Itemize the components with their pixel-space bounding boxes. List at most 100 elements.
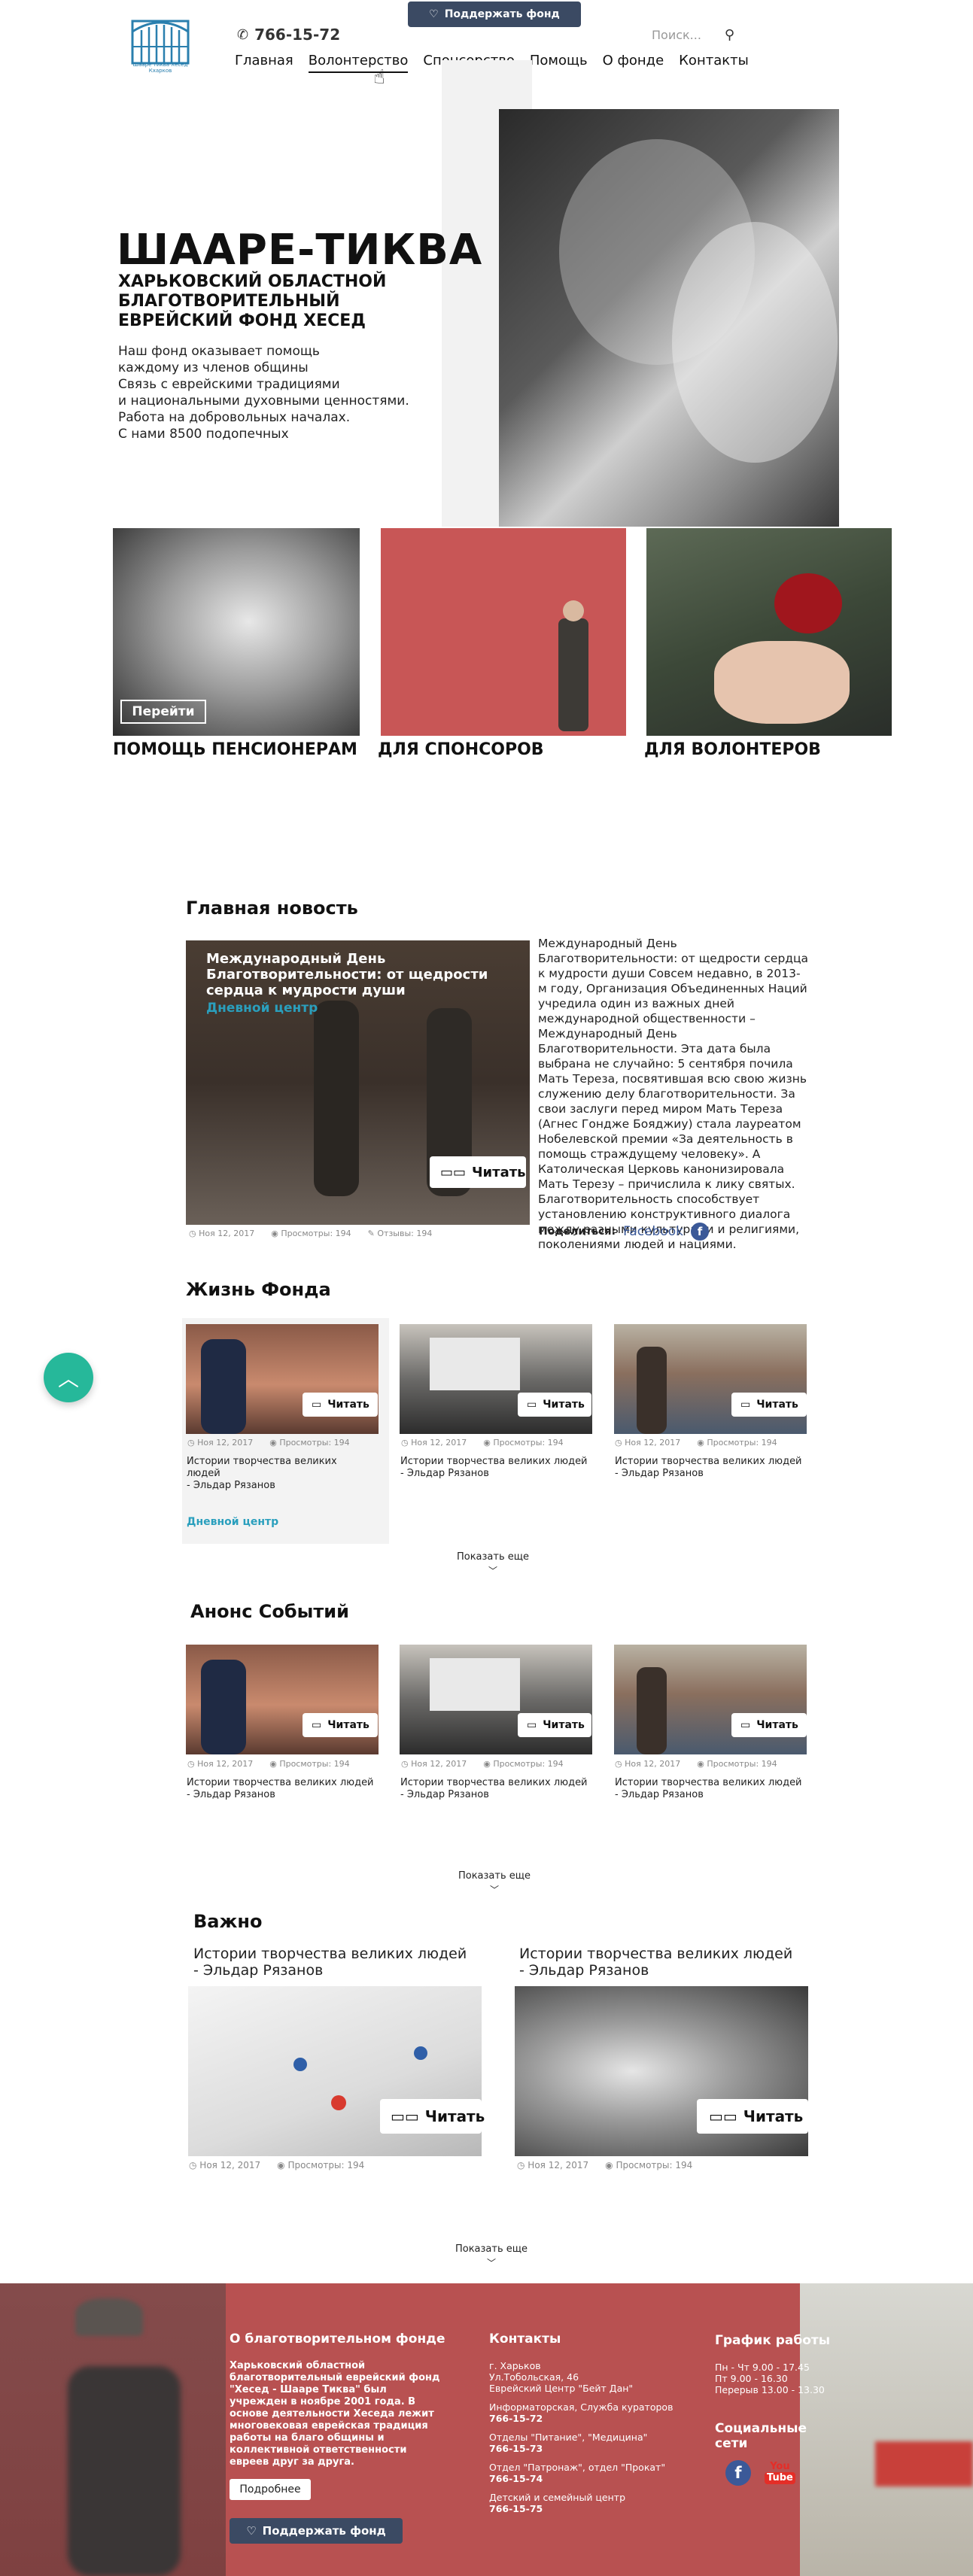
read-label: Читать (327, 1719, 369, 1731)
footer-contact-item: Отдел "Патронаж", отдел "Прокат" 766-15-… (489, 2462, 685, 2484)
book-icon: ▭ (312, 1399, 322, 1411)
chevron-down-icon: ﹀ (488, 1566, 497, 1576)
card-label-sponsors[interactable]: Для спонсоров (378, 741, 626, 759)
nav-help[interactable]: Помощь (530, 53, 588, 73)
hero-photo-elderly-couple (499, 109, 839, 527)
book-icon: ▭ (740, 1719, 751, 1731)
fund-life-card-image[interactable] (186, 1324, 379, 1434)
logo-text: Шааре Тиква Хесед Кхарков (132, 62, 188, 74)
read-button[interactable]: ▭▭ Читать (697, 2099, 808, 2134)
chevron-down-icon: ﹀ (489, 1885, 499, 1895)
search-icon[interactable]: ⚲ (725, 27, 734, 43)
hero-subtitle: Харьковский областной благотворительный … (118, 272, 387, 330)
read-button[interactable]: ▭ Читать (303, 1713, 378, 1737)
show-more-fund-life[interactable]: Показать еще ﹀ (436, 1551, 549, 1577)
nav-about[interactable]: О фонде (603, 53, 664, 73)
youtube-icon-top-text: You (770, 2461, 790, 2472)
card-photo-sponsor[interactable] (381, 528, 626, 736)
contact-phone[interactable]: 766-15-74 (489, 2473, 685, 2484)
read-button[interactable]: ▭ Читать (731, 1393, 807, 1417)
read-label: Читать (472, 1164, 526, 1180)
book-icon: ▭ (740, 1399, 751, 1411)
contact-phone[interactable]: 766-15-72 (489, 2413, 685, 2424)
footer-social-title: Социальные сети (715, 2421, 807, 2451)
fund-life-card-image[interactable] (400, 1324, 592, 1434)
card-meta: ◷ Ноя 12, 2017 ◉ Просмотры: 194 (187, 1438, 350, 1447)
footer-support-fund-button[interactable]: ♡ Поддержать фонд (230, 2518, 403, 2544)
read-button[interactable]: ▭ Читать (303, 1393, 378, 1417)
main-news-meta: ◷ Ноя 12, 2017 ◉ Просмотры: 194 ✎ Отзывы… (189, 1229, 432, 1238)
header-phone[interactable]: ✆ 766-15-72 (237, 26, 340, 44)
show-more-label: Показать еще (458, 1870, 531, 1882)
read-label: Читать (543, 1399, 585, 1411)
card-title[interactable]: Истории творчества великих людей - Эльда… (400, 1456, 596, 1480)
logo[interactable]: Шааре Тиква Хесед Кхарков (126, 17, 194, 75)
card-title[interactable]: Истории творчества великих людей - Эльда… (187, 1777, 390, 1801)
date-text: ◷ Ноя 12, 2017 (401, 1438, 467, 1447)
nav-contacts[interactable]: Контакты (679, 53, 749, 73)
important-card-title[interactable]: Истории творчества великих людей - Эльда… (519, 1946, 820, 1979)
card-meta: ◷ Ноя 12, 2017 ◉ Просмотры: 194 (187, 1759, 350, 1769)
read-label: Читать (543, 1719, 585, 1731)
card-label-pensioners[interactable]: Помощь пенсионерам (113, 741, 361, 759)
contact-label: Отдел "Патронаж", отдел "Прокат" (489, 2462, 666, 2473)
show-more-important[interactable]: Показать еще ﹀ (435, 2243, 548, 2269)
read-button[interactable]: ▭▭ Читать (430, 1156, 526, 1188)
share-row: Поделиться: Facebook f (539, 1223, 709, 1241)
share-label: Поделиться: (539, 1226, 616, 1238)
footer-contacts: Контакты г. Харьков Ул.Тобольская, 46 Ев… (489, 2331, 685, 2514)
card-photo-volunteer[interactable] (646, 528, 892, 736)
youtube-icon[interactable]: You Tube (765, 2462, 795, 2484)
section-title-important: Важно (193, 1911, 263, 1932)
search-box[interactable]: Поиск... ⚲ (652, 26, 734, 44)
go-button[interactable]: Перейти (120, 700, 206, 724)
book-icon: ▭ (527, 1399, 537, 1411)
read-button[interactable]: ▭▭ Читать (380, 2099, 485, 2134)
book-icon: ▭▭ (709, 2107, 737, 2125)
card-title[interactable]: Истории творчества великих людей - Эльда… (400, 1777, 596, 1801)
card-label-volunteers[interactable]: Для волонтеров (644, 741, 892, 759)
footer-contacts-title: Контакты (489, 2331, 561, 2347)
event-card-image[interactable] (400, 1645, 592, 1754)
card-category[interactable]: Дневной центр (187, 1516, 278, 1528)
date-text: ◷ Ноя 12, 2017 (615, 1438, 681, 1447)
read-button[interactable]: ▭ Читать (518, 1393, 591, 1417)
section-title-main-news: Главная новость (186, 898, 358, 919)
contact-label: Отделы "Питание", "Медицина" (489, 2432, 648, 2443)
share-facebook-link[interactable]: Facebook (623, 1224, 683, 1239)
show-more-label: Показать еще (455, 2243, 528, 2255)
book-icon: ▭▭ (391, 2107, 419, 2125)
views-text: ◉ Просмотры: 194 (269, 1759, 350, 1769)
heart-icon: ♡ (429, 8, 439, 20)
search-input[interactable]: Поиск... (652, 28, 701, 42)
contact-phone[interactable]: 766-15-75 (489, 2503, 685, 2514)
important-card-title[interactable]: Истории творчества великих людей - Эльда… (193, 1946, 494, 1979)
contact-phone[interactable]: 766-15-73 (489, 2443, 685, 2454)
card-title[interactable]: Истории творчества великих людей - Эльда… (615, 1777, 810, 1801)
main-news-image-title[interactable]: Международный День Благотворительности: … (206, 951, 522, 998)
show-more-events[interactable]: Показать еще ﹀ (438, 1870, 551, 1896)
support-fund-button[interactable]: ♡ Поддержать фонд (408, 2, 581, 27)
fund-life-card-image[interactable] (614, 1324, 807, 1434)
facebook-icon[interactable]: f (690, 1223, 709, 1241)
reviews-text: ✎ Отзывы: 194 (367, 1229, 433, 1238)
facebook-icon[interactable]: f (725, 2460, 751, 2486)
card-title[interactable]: Истории творчества великих людей - Эльда… (615, 1456, 810, 1480)
chevron-up-icon: ︿ (57, 1366, 79, 1391)
hero-description: Наш фонд оказывает помощь каждому из чле… (118, 344, 409, 442)
nav-home[interactable]: Главная (235, 53, 293, 73)
views-text: ◉ Просмотры: 194 (605, 2160, 693, 2170)
footer-about: О благотворительном фонде Харьковский об… (230, 2331, 448, 2500)
views-text: ◉ Просмотры: 194 (277, 2160, 365, 2170)
read-button[interactable]: ▭ Читать (518, 1713, 591, 1737)
card-title[interactable]: Истории творчества великих людей - Эльда… (187, 1456, 367, 1492)
read-label: Читать (327, 1399, 369, 1411)
phone-icon: ✆ (237, 26, 249, 43)
event-card-image[interactable] (186, 1645, 379, 1754)
read-button[interactable]: ▭ Читать (731, 1713, 807, 1737)
event-card-image[interactable] (614, 1645, 807, 1754)
scroll-to-top-button[interactable]: ︿ (44, 1353, 93, 1402)
main-news-category[interactable]: Дневной центр (206, 1001, 318, 1016)
more-details-button[interactable]: Подробнее (230, 2479, 311, 2500)
nav-volunteering[interactable]: Волонтерство (308, 53, 409, 73)
